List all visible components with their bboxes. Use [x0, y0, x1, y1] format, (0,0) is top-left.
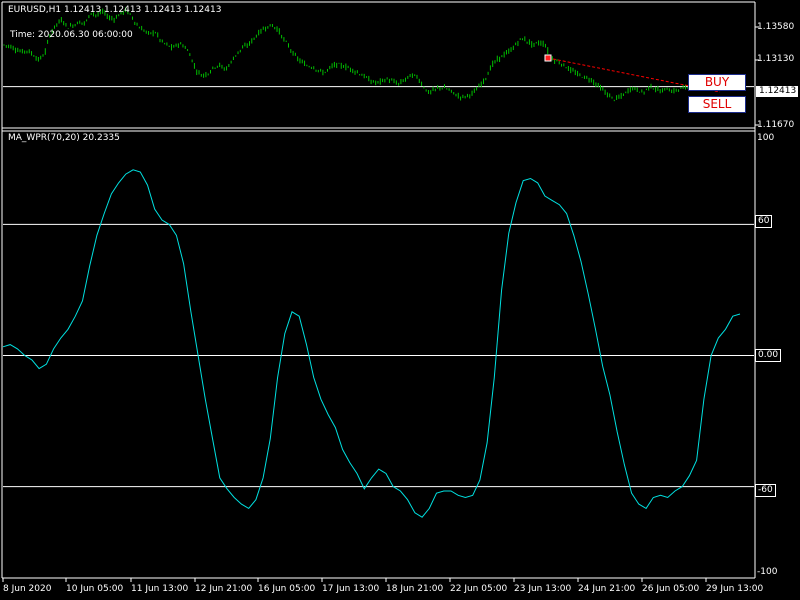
date-label: 10 Jun 05:00 — [66, 584, 124, 594]
date-label: 11 Jun 13:00 — [131, 584, 189, 594]
date-label: 17 Jun 13:00 — [322, 584, 380, 594]
axis-ticks — [2, 26, 759, 582]
trade-marker-icon — [544, 54, 552, 62]
level-label-100: 100 — [757, 133, 775, 143]
date-label: 8 Jun 2020 — [3, 584, 52, 594]
time-readout: Time: 2020.06.30 06:00:00 — [10, 30, 133, 40]
date-label: 29 Jun 13:00 — [706, 584, 764, 594]
date-label: 23 Jun 13:00 — [514, 584, 572, 594]
price-candles — [3, 7, 691, 102]
level-label-0: 0.00 — [755, 349, 782, 362]
symbol-header: EURUSD,H1 1.12413 1.12413 1.12413 1.1241… — [8, 5, 222, 15]
indicator-header: MA_WPR(70,20) 20.2335 — [8, 133, 120, 143]
date-label: 16 Jun 05:00 — [258, 584, 316, 594]
level-label-minus-60: -60 — [755, 484, 776, 497]
buy-button[interactable]: BUY — [688, 74, 746, 91]
level-label-60: 60 — [755, 215, 773, 228]
chart-canvas[interactable] — [0, 0, 800, 600]
chart-window[interactable]: EURUSD,H1 1.12413 1.12413 1.12413 1.1241… — [0, 0, 800, 600]
date-label: 12 Jun 21:00 — [195, 584, 253, 594]
price-label-top: 1.13580 — [757, 22, 795, 32]
date-label: 26 Jun 05:00 — [642, 584, 700, 594]
sell-button[interactable]: SELL — [688, 96, 746, 113]
price-label-mid: 1.13130 — [757, 54, 795, 64]
indicator-level-lines — [3, 223, 754, 488]
level-label-minus-100: -100 — [757, 567, 778, 577]
current-price-label: 1.12413 — [756, 86, 798, 97]
date-label: 22 Jun 05:00 — [450, 584, 508, 594]
price-label-bottom: 1.11670 — [757, 120, 795, 130]
date-label: 18 Jun 21:00 — [386, 584, 444, 594]
date-label: 24 Jun 21:00 — [578, 584, 636, 594]
wpr-indicator-line — [2, 169, 741, 518]
pane-frames — [1, 1, 756, 579]
